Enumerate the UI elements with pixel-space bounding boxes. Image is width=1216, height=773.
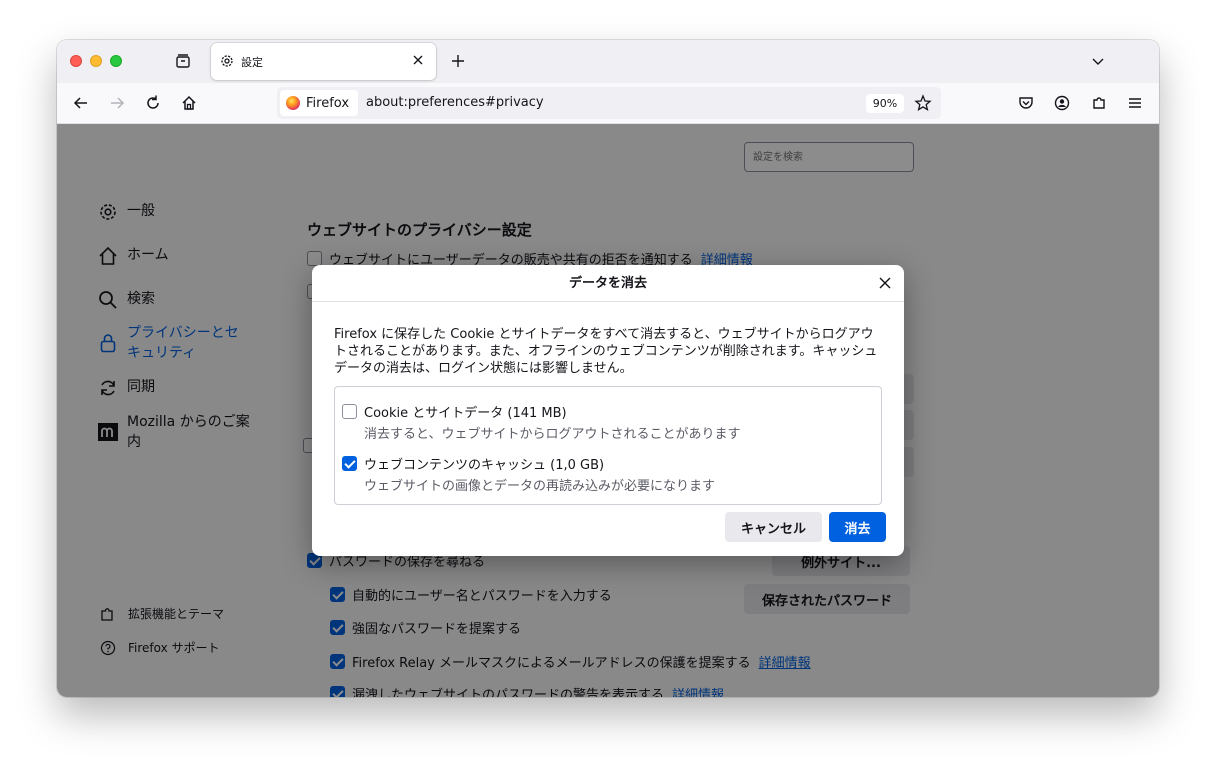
- close-icon[interactable]: [877, 275, 893, 291]
- home-icon[interactable]: [180, 94, 198, 112]
- menu-icon[interactable]: [1126, 94, 1144, 112]
- account-icon[interactable]: [1053, 94, 1071, 112]
- address-bar[interactable]: Firefox about:preferences#privacy 90%: [277, 87, 941, 119]
- cache-description: ウェブサイトの画像とデータの再読み込みが必要になります: [364, 479, 716, 494]
- url-text[interactable]: about:preferences#privacy: [366, 95, 544, 110]
- preferences-page: 一般 ホーム 検索 プライバシーとセ キュリティ: [57, 124, 1159, 697]
- bookmark-star-icon[interactable]: [914, 94, 932, 112]
- clear-options-box: Cookie とサイトデータ (141 MB) 消去すると、ウェブサイトからログ…: [334, 386, 882, 505]
- close-tab-icon[interactable]: [410, 52, 426, 68]
- tab-settings[interactable]: 設定: [211, 43, 436, 80]
- cache-label: ウェブコンテンツのキャッシュ (1,0 GB): [364, 458, 605, 473]
- zoom-indicator[interactable]: 90%: [866, 94, 904, 113]
- gear-icon: [221, 55, 233, 67]
- forward-arrow-icon[interactable]: [108, 94, 126, 112]
- cookies-description: 消去すると、ウェブサイトからログアウトされることがあります: [364, 427, 741, 442]
- extensions-puzzle-icon[interactable]: [1090, 94, 1108, 112]
- cache-option[interactable]: ウェブコンテンツのキャッシュ (1,0 GB) ウェブサイトの画像とデータの再読…: [342, 454, 715, 494]
- navigation-toolbar: Firefox about:preferences#privacy 90%: [57, 83, 1159, 124]
- identity-box[interactable]: Firefox: [280, 90, 358, 116]
- minimize-window-button[interactable]: [90, 55, 102, 67]
- cookies-option[interactable]: Cookie とサイトデータ (141 MB) 消去すると、ウェブサイトからログ…: [342, 402, 740, 442]
- dialog-description: Firefox に保存した Cookie とサイトデータをすべて消去すると、ウェ…: [334, 327, 878, 376]
- zoom-window-button[interactable]: [110, 55, 122, 67]
- pocket-icon[interactable]: [1017, 94, 1035, 112]
- cancel-button[interactable]: キャンセル: [725, 512, 822, 542]
- clear-data-dialog: データを消去 Firefox に保存した Cookie とサイトデータをすべて消…: [312, 265, 904, 556]
- cookies-checkbox[interactable]: [342, 404, 357, 419]
- dialog-title: データを消去: [312, 265, 904, 302]
- clear-button[interactable]: 消去: [829, 512, 886, 542]
- back-arrow-icon[interactable]: [72, 94, 90, 112]
- identity-label: Firefox: [306, 96, 350, 111]
- tab-title: 設定: [241, 56, 263, 69]
- firefox-view-icon[interactable]: [174, 52, 192, 70]
- close-window-button[interactable]: [70, 55, 82, 67]
- reload-icon[interactable]: [144, 94, 162, 112]
- new-tab-icon[interactable]: [449, 52, 467, 70]
- browser-window: 設定 Firefox about:preferences#privacy 90%…: [57, 40, 1159, 697]
- cookies-label: Cookie とサイトデータ (141 MB): [364, 406, 567, 421]
- tab-strip: 設定: [57, 40, 1159, 83]
- firefox-logo-icon: [286, 96, 300, 110]
- cache-checkbox[interactable]: [342, 456, 357, 471]
- chevron-down-icon[interactable]: [1089, 52, 1107, 70]
